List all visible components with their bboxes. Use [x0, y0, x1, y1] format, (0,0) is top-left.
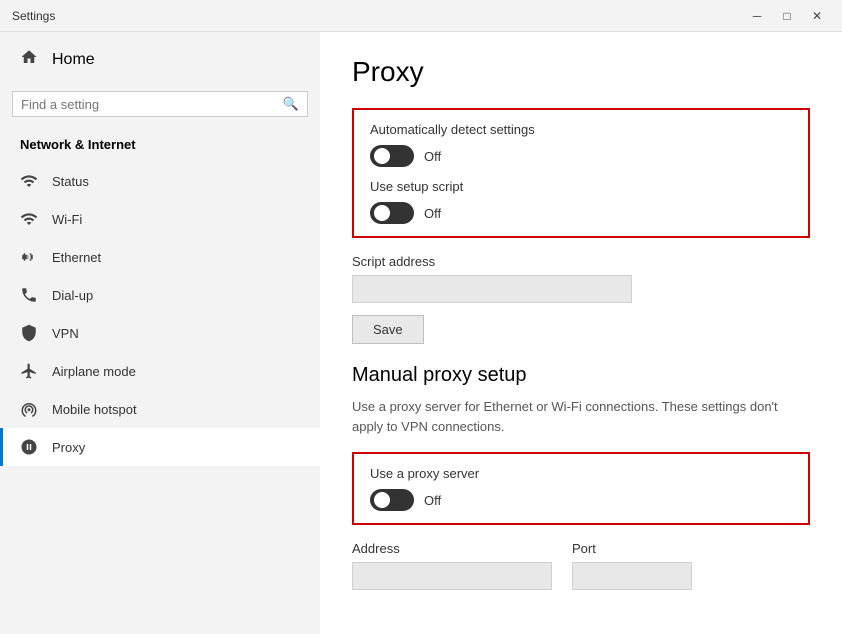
- maximize-button[interactable]: □: [774, 6, 800, 26]
- home-label: Home: [52, 51, 95, 69]
- sidebar-item-hotspot[interactable]: Mobile hotspot: [0, 390, 320, 428]
- dialup-icon: [20, 286, 38, 304]
- vpn-label: VPN: [52, 326, 79, 341]
- sidebar-item-wifi[interactable]: Wi-Fi: [0, 200, 320, 238]
- wifi-icon: [20, 210, 38, 228]
- search-icon: 🔍: [283, 96, 299, 112]
- sidebar-item-home[interactable]: Home: [0, 32, 320, 87]
- setup-script-toggle[interactable]: [370, 202, 414, 224]
- save-button[interactable]: Save: [352, 315, 424, 344]
- airplane-label: Airplane mode: [52, 364, 136, 379]
- address-label: Address: [352, 541, 552, 556]
- dialup-label: Dial-up: [52, 288, 93, 303]
- sidebar-item-airplane[interactable]: Airplane mode: [0, 352, 320, 390]
- use-proxy-label: Use a proxy server: [370, 466, 792, 481]
- proxy-icon: [20, 438, 38, 456]
- ethernet-label: Ethernet: [52, 250, 101, 265]
- sidebar: Home 🔍 Network & Internet Status Wi-Fi: [0, 32, 320, 634]
- auto-detect-toggle[interactable]: [370, 145, 414, 167]
- ethernet-icon: [20, 248, 38, 266]
- address-input[interactable]: [352, 562, 552, 590]
- sidebar-section-label: Network & Internet: [0, 129, 320, 162]
- use-proxy-section: Use a proxy server Off: [352, 452, 810, 525]
- script-address-label: Script address: [352, 254, 810, 269]
- script-address-input[interactable]: [352, 275, 632, 303]
- title-bar: Settings ─ □ ✕: [0, 0, 842, 32]
- page-title: Proxy: [352, 56, 810, 88]
- address-group: Address: [352, 541, 552, 602]
- sidebar-item-status[interactable]: Status: [0, 162, 320, 200]
- automatic-proxy-section: Automatically detect settings Off Use se…: [352, 108, 810, 238]
- manual-proxy-description: Use a proxy server for Ethernet or Wi-Fi…: [352, 397, 810, 436]
- hotspot-label: Mobile hotspot: [52, 402, 137, 417]
- content-area: Proxy Automatically detect settings Off …: [320, 32, 842, 634]
- manual-proxy-title: Manual proxy setup: [352, 364, 810, 387]
- hotspot-icon: [20, 400, 38, 418]
- setup-script-toggle-thumb: [374, 205, 390, 221]
- status-icon: [20, 172, 38, 190]
- app-body: Home 🔍 Network & Internet Status Wi-Fi: [0, 32, 842, 634]
- proxy-label: Proxy: [52, 440, 85, 455]
- setup-script-toggle-track: [370, 202, 414, 224]
- setup-script-toggle-row: Off: [370, 202, 792, 224]
- auto-detect-toggle-track: [370, 145, 414, 167]
- airplane-icon: [20, 362, 38, 380]
- status-label: Status: [52, 174, 89, 189]
- sidebar-item-ethernet[interactable]: Ethernet: [0, 238, 320, 276]
- auto-detect-state: Off: [424, 149, 441, 164]
- vpn-icon: [20, 324, 38, 342]
- close-button[interactable]: ✕: [804, 6, 830, 26]
- wifi-label: Wi-Fi: [52, 212, 82, 227]
- use-proxy-toggle-row: Off: [370, 489, 792, 511]
- sidebar-item-vpn[interactable]: VPN: [0, 314, 320, 352]
- minimize-button[interactable]: ─: [744, 6, 770, 26]
- search-box[interactable]: 🔍: [12, 91, 308, 117]
- window-controls: ─ □ ✕: [744, 6, 830, 26]
- app-title: Settings: [12, 9, 55, 23]
- use-proxy-toggle[interactable]: [370, 489, 414, 511]
- auto-detect-toggle-row: Off: [370, 145, 792, 167]
- port-group: Port: [572, 541, 692, 602]
- port-label: Port: [572, 541, 692, 556]
- use-proxy-state: Off: [424, 493, 441, 508]
- setup-script-label: Use setup script: [370, 179, 792, 194]
- address-port-row: Address Port: [352, 541, 810, 602]
- setup-script-state: Off: [424, 206, 441, 221]
- auto-detect-toggle-thumb: [374, 148, 390, 164]
- sidebar-item-proxy[interactable]: Proxy: [0, 428, 320, 466]
- port-input[interactable]: [572, 562, 692, 590]
- use-proxy-toggle-track: [370, 489, 414, 511]
- search-input[interactable]: [21, 97, 283, 112]
- auto-detect-label: Automatically detect settings: [370, 122, 792, 137]
- use-proxy-toggle-thumb: [374, 492, 390, 508]
- sidebar-item-dialup[interactable]: Dial-up: [0, 276, 320, 314]
- home-icon: [20, 48, 38, 71]
